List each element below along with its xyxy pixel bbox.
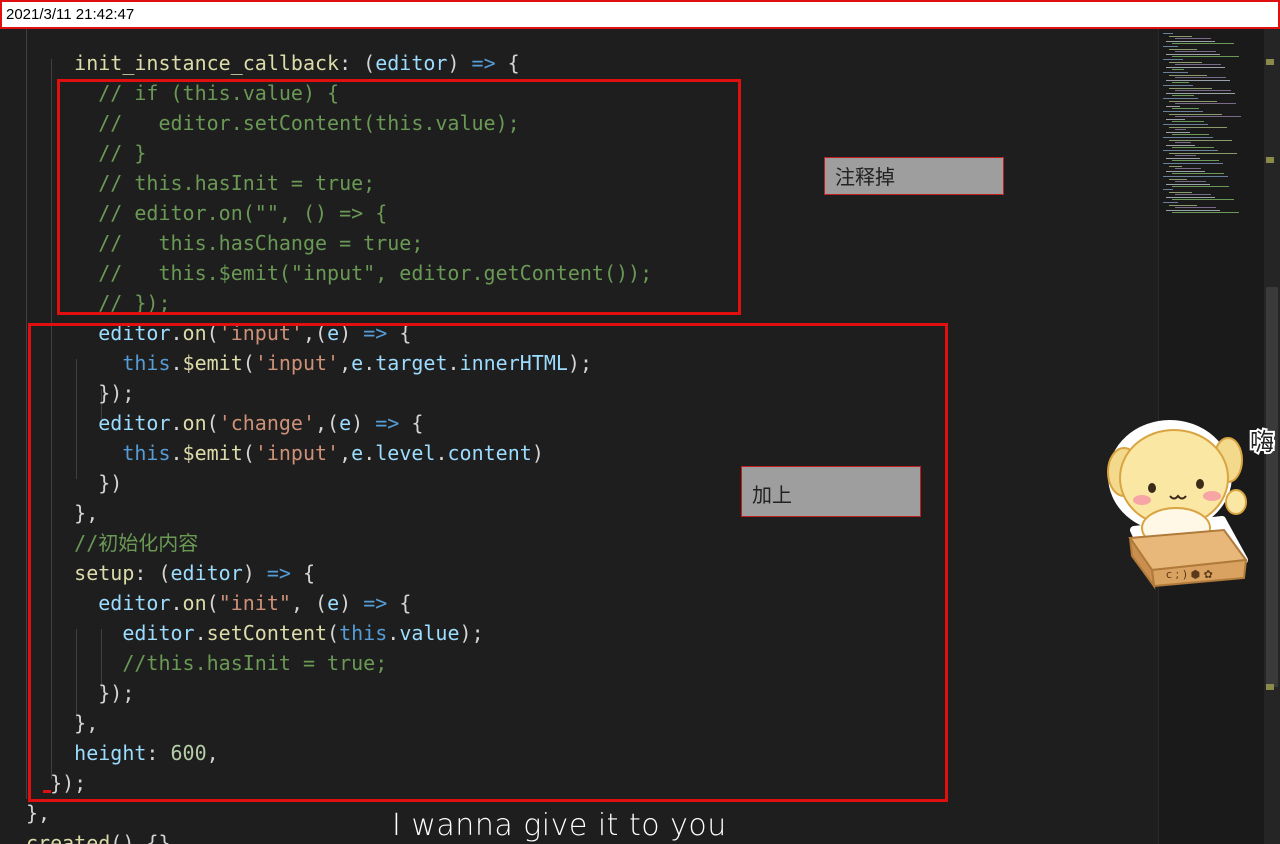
minimap-line	[1175, 77, 1226, 79]
minimap-line	[1163, 176, 1228, 177]
minimap-line	[1175, 90, 1231, 92]
minimap-line	[1169, 113, 1222, 115]
code-token: )	[447, 51, 472, 75]
minimap-line	[1175, 142, 1191, 144]
minimap-line	[1172, 212, 1239, 214]
minimap-line	[1163, 98, 1198, 99]
scroll-marker	[1266, 59, 1274, 65]
minimap-line	[1172, 69, 1184, 71]
minimap-line	[1169, 152, 1237, 154]
minimap-line	[1175, 181, 1206, 183]
minimap-line	[1169, 48, 1197, 50]
add-note-text: 加上	[752, 483, 792, 507]
text-cursor-marker	[43, 790, 51, 793]
minimap-line	[1172, 82, 1189, 84]
minimap-line	[1166, 105, 1180, 107]
puppy-in-box-sticker: c ; ) ⬢ ✿ 嗨	[1107, 420, 1276, 590]
minimap-line	[1166, 92, 1235, 94]
minimap-line	[1172, 95, 1194, 97]
minimap-line	[1169, 35, 1192, 37]
minimap-line	[1169, 87, 1212, 89]
minimap-line	[1166, 53, 1220, 55]
minimap-line	[1166, 131, 1190, 133]
minimap-line	[1169, 178, 1187, 180]
add-code-highlight-box	[28, 323, 948, 802]
minimap-line	[1166, 196, 1215, 198]
minimap-line	[1169, 61, 1202, 63]
minimap-line	[1163, 189, 1173, 190]
minimap-line	[1163, 137, 1213, 138]
svg-text:c ; ) ⬢ ✿: c ; ) ⬢ ✿	[1166, 568, 1213, 581]
minimap-line	[1166, 66, 1225, 68]
minimap-line	[1175, 38, 1211, 40]
minimap-line	[1172, 134, 1209, 136]
comment-out-highlight-box	[57, 79, 741, 315]
minimap-line	[1169, 191, 1192, 193]
minimap-line	[1163, 150, 1218, 151]
minimap-line	[1166, 157, 1200, 159]
minimap-line	[1166, 209, 1220, 211]
sticker-text: 嗨	[1250, 428, 1274, 456]
minimap-line	[1163, 111, 1203, 112]
comment-out-note: 注释掉	[824, 157, 1004, 195]
video-subtitle: I wanna give it to you	[392, 808, 727, 843]
minimap-line	[1163, 59, 1183, 60]
minimap-line	[1172, 173, 1224, 175]
code-token: },	[26, 801, 51, 825]
minimap-line	[1172, 121, 1204, 123]
minimap-line	[1175, 194, 1211, 196]
minimap-line	[1169, 126, 1227, 128]
minimap-line	[1166, 144, 1195, 146]
timestamp-text: 2021/3/11 21:42:47	[6, 6, 135, 23]
minimap-line	[1163, 85, 1193, 86]
minimap-line	[1172, 199, 1234, 201]
minimap-line	[1175, 129, 1186, 131]
minimap-line	[1175, 207, 1216, 209]
minimap-line	[1175, 155, 1196, 157]
code-token: editor	[375, 51, 448, 75]
minimap-line	[1163, 46, 1178, 47]
minimap-line	[1166, 183, 1210, 185]
code-line: created() {}	[26, 828, 171, 844]
code-line: init_instance_callback: (editor) => {	[26, 48, 520, 78]
minimap-line	[1175, 51, 1216, 53]
add-note: 加上	[741, 466, 921, 517]
minimap-line	[1163, 124, 1208, 125]
minimap-line	[1175, 116, 1241, 118]
minimap-line	[1169, 100, 1217, 102]
minimap-line	[1169, 74, 1207, 76]
minimap-line	[1172, 56, 1239, 58]
code-line: },	[26, 798, 50, 828]
minimap-line	[1163, 163, 1223, 164]
minimap-line	[1172, 160, 1219, 162]
minimap-line	[1169, 139, 1232, 141]
code-token: : (	[339, 51, 376, 75]
minimap-line	[1169, 204, 1197, 206]
scroll-marker	[1266, 684, 1274, 690]
minimap-line	[1175, 103, 1236, 105]
minimap-line	[1163, 33, 1173, 34]
minimap-line	[1166, 40, 1215, 42]
minimap-line	[1163, 202, 1178, 203]
minimap-line	[1166, 170, 1205, 172]
code-token: {	[495, 51, 520, 75]
scroll-marker	[1266, 157, 1274, 163]
code-token: init_instance_callback	[74, 51, 340, 75]
minimap-line	[1163, 72, 1188, 73]
minimap-line	[1169, 165, 1182, 167]
minimap-line	[1175, 64, 1221, 66]
comment-out-note-text: 注释掉	[835, 165, 895, 189]
minimap-line	[1166, 118, 1185, 120]
code-token: =>	[471, 51, 496, 75]
minimap-line	[1172, 108, 1199, 110]
code-token: created	[26, 831, 111, 844]
minimap-line	[1172, 147, 1214, 149]
minimap-line	[1172, 186, 1229, 188]
minimap-line	[1175, 168, 1201, 170]
minimap-line	[1172, 43, 1234, 45]
code-token: () {}	[110, 831, 171, 844]
minimap-line	[1166, 79, 1230, 81]
timestamp-bar: 2021/3/11 21:42:47	[0, 0, 1280, 29]
